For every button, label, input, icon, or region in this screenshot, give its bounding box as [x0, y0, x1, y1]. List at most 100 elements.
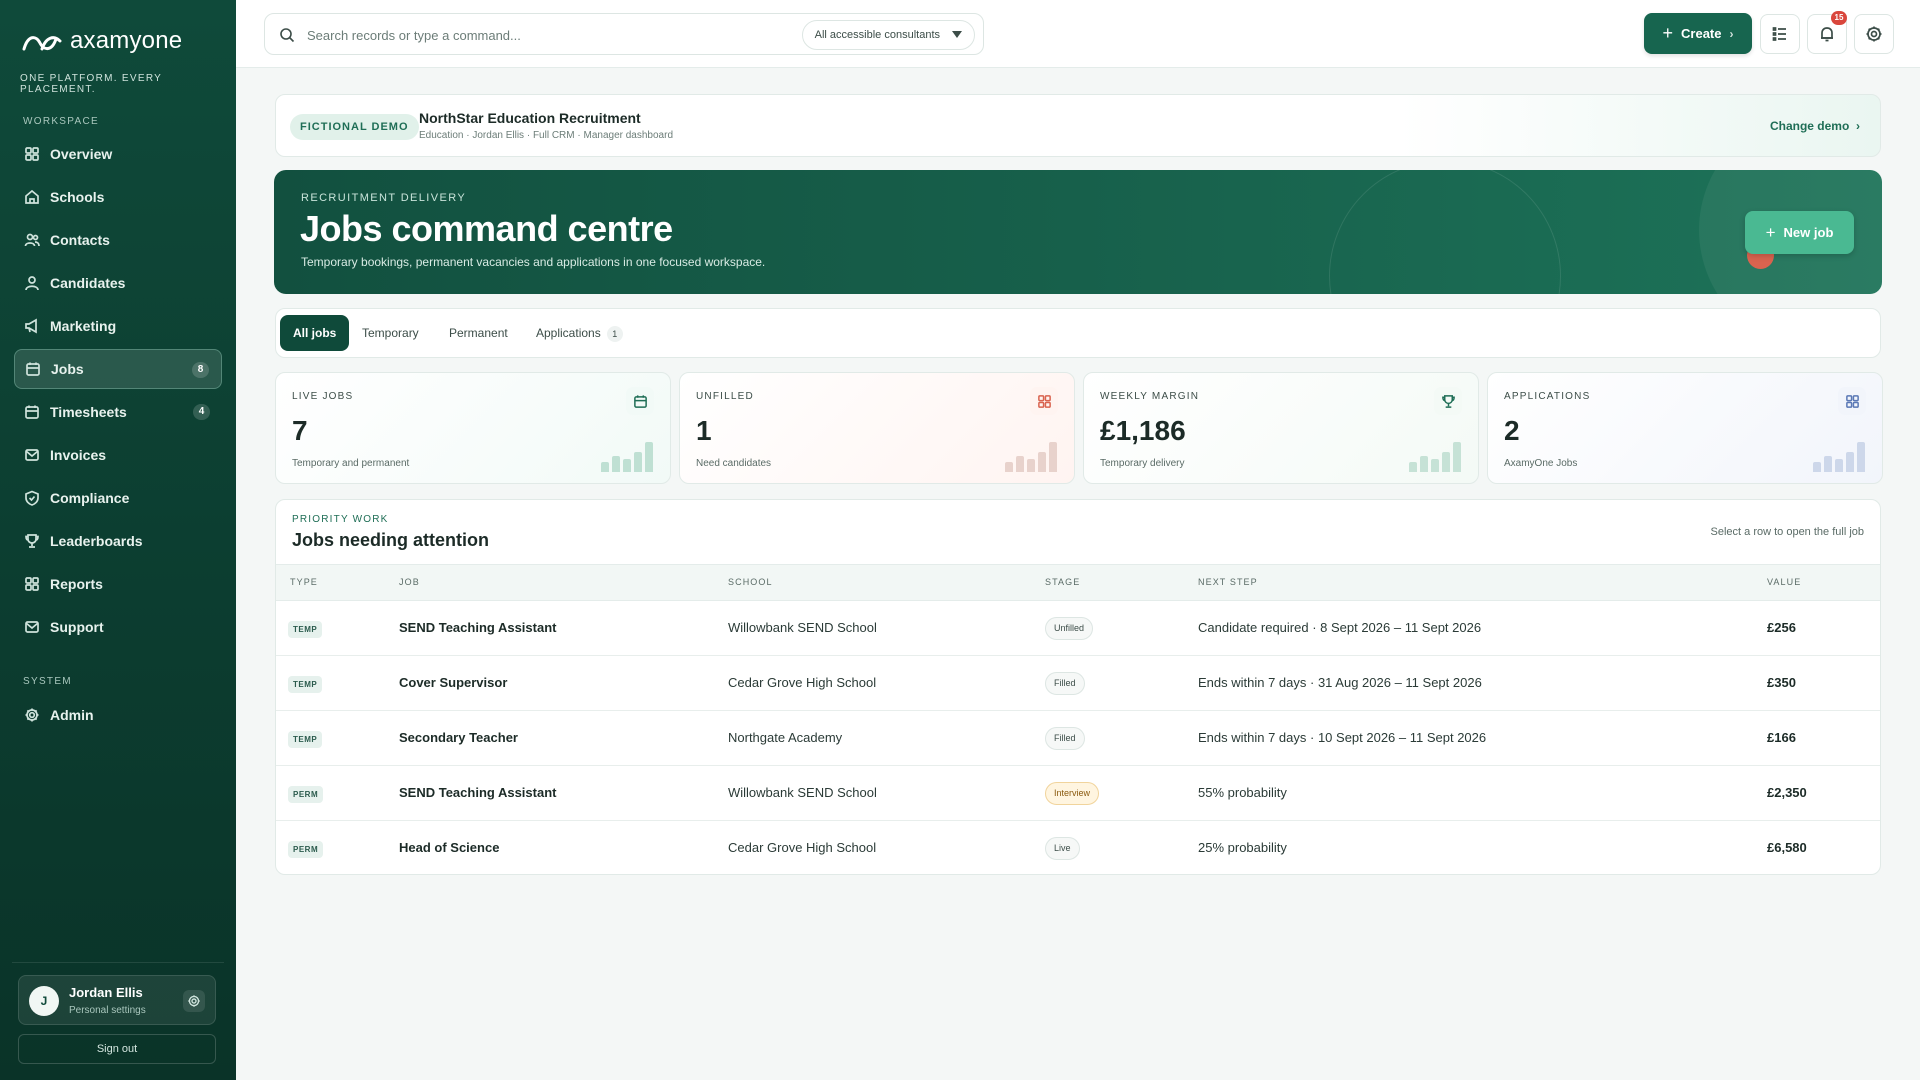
task-list-button[interactable]	[1760, 14, 1800, 54]
grid-icon	[25, 147, 39, 161]
user-settings-button[interactable]	[183, 990, 205, 1012]
plus-icon: +	[1662, 23, 1674, 43]
job-title: Secondary Teacher	[399, 730, 518, 745]
sidebar-item-marketing[interactable]: Marketing	[14, 306, 222, 346]
users-icon	[24, 233, 40, 247]
notifications-button[interactable]: 15	[1807, 11, 1847, 54]
stat-label: APPLICATIONS	[1504, 391, 1591, 402]
table-row[interactable]: PERM SEND Teaching Assistant Willowbank …	[276, 766, 1880, 821]
new-job-button[interactable]: + New job	[1745, 211, 1854, 254]
column-header-job: JOB	[399, 577, 420, 587]
create-button[interactable]: + Create ›	[1644, 13, 1752, 54]
stat-subtitle: AxamyOne Jobs	[1504, 458, 1578, 469]
stat-card-live-jobs[interactable]: LIVE JOBS 7 Temporary and permanent	[275, 372, 671, 484]
trophy-icon	[25, 534, 39, 548]
sidebar-item-compliance[interactable]: Compliance	[14, 478, 222, 518]
sidebar-item-reports[interactable]: Reports	[14, 564, 222, 604]
sparkbar	[1453, 442, 1461, 472]
calendar-icon	[25, 405, 39, 419]
sidebar-item-jobs[interactable]: Jobs 8	[14, 349, 222, 389]
calendar-icon	[633, 394, 647, 408]
sparkbars	[601, 442, 653, 472]
tab-permanent[interactable]: Permanent	[436, 315, 521, 351]
sparkbar	[1420, 456, 1428, 472]
sign-out-button[interactable]: Sign out	[18, 1034, 216, 1064]
user-card[interactable]: J Jordan Ellis Personal settings	[18, 975, 216, 1025]
brand-logo[interactable]: axamyone	[22, 27, 182, 55]
topbar: All accessible consultants + Create › 15	[236, 0, 1920, 68]
sparkbars	[1005, 442, 1057, 472]
next-step: Candidate required · 8 Sept 2026 – 11 Se…	[1198, 620, 1482, 635]
consultant-filter-select[interactable]: All accessible consultants	[801, 20, 975, 50]
sidebar-item-invoices[interactable]: Invoices	[14, 435, 222, 475]
stat-label: UNFILLED	[696, 391, 754, 402]
job-title: SEND Teaching Assistant	[399, 785, 557, 800]
type-tag: PERM	[288, 841, 324, 858]
tab-label: Applications	[536, 326, 601, 340]
change-demo-label: Change demo	[1769, 119, 1850, 133]
hero-subtitle: Temporary bookings, permanent vacancies …	[301, 255, 766, 269]
tab-applications[interactable]: Applications 1	[523, 315, 636, 351]
stat-card-unfilled[interactable]: UNFILLED 1 Need candidates	[679, 372, 1075, 484]
stat-icon-container	[1838, 387, 1866, 415]
notifications-count-badge: 15	[1831, 11, 1847, 25]
sidebar-item-contacts[interactable]: Contacts	[14, 220, 222, 260]
stage-badge: Interview	[1045, 782, 1100, 805]
column-header-next-step: NEXT STEP	[1198, 577, 1258, 587]
workspace-label: WORKSPACE	[23, 116, 99, 127]
stage-badge: Unfilled	[1045, 617, 1094, 640]
change-demo-link[interactable]: Change demo ›	[1770, 119, 1860, 133]
table-row[interactable]: PERM Head of Science Cedar Grove High Sc…	[276, 821, 1880, 874]
sidebar-item-timesheets[interactable]: Timesheets 4	[14, 392, 222, 432]
search-input[interactable]	[307, 25, 747, 45]
sparkbar	[1857, 442, 1865, 472]
sparkbar	[1016, 456, 1024, 472]
stat-icon-container	[1030, 387, 1058, 415]
stat-label: LIVE JOBS	[292, 391, 354, 402]
stat-subtitle: Need candidates	[696, 458, 772, 469]
stat-card-weekly-margin[interactable]: WEEKLY MARGIN £1,186 Temporary delivery	[1083, 372, 1479, 484]
sidebar-item-admin[interactable]: Admin	[14, 695, 222, 735]
applications-count-badge: 1	[606, 326, 623, 342]
megaphone-icon	[25, 318, 37, 334]
sidebar-item-label: Support	[50, 619, 104, 635]
tab-all-jobs[interactable]: All jobs	[280, 315, 350, 351]
panel-hint: Select a row to open the full job	[1710, 526, 1864, 538]
stat-card-applications[interactable]: APPLICATIONS 2 AxamyOne Jobs	[1487, 372, 1883, 484]
stat-value: 1	[696, 415, 712, 446]
table-row[interactable]: TEMP Secondary Teacher Northgate Academy…	[276, 711, 1880, 766]
table-row[interactable]: TEMP SEND Teaching Assistant Willowbank …	[276, 601, 1880, 656]
sidebar-item-label: Reports	[50, 576, 103, 592]
sidebar-item-leaderboards[interactable]: Leaderboards	[14, 521, 222, 561]
sidebar-item-candidates[interactable]: Candidates	[14, 263, 222, 303]
system-label: SYSTEM	[23, 676, 72, 687]
sidebar-item-label: Marketing	[50, 318, 117, 334]
sparkbar	[1835, 459, 1843, 472]
person-icon	[25, 276, 39, 291]
sidebar-item-support[interactable]: Support	[14, 607, 222, 647]
new-job-label: New job	[1783, 225, 1834, 240]
tab-temporary[interactable]: Temporary	[349, 315, 432, 351]
sparkbar	[623, 459, 631, 472]
user-name: Jordan Ellis	[69, 985, 143, 1000]
stat-subtitle: Temporary delivery	[1100, 458, 1185, 469]
table-row[interactable]: TEMP Cover Supervisor Cedar Grove High S…	[276, 656, 1880, 711]
type-tag: TEMP	[288, 621, 323, 638]
stage-badge: Filled	[1045, 672, 1085, 695]
sparkbar	[645, 442, 653, 472]
panel-eyebrow: PRIORITY WORK	[292, 514, 389, 525]
bell-icon	[1821, 27, 1833, 42]
demo-title: NorthStar Education Recruitment	[419, 110, 641, 126]
next-step: Ends within 7 days · 31 Aug 2026 – 11 Se…	[1198, 675, 1482, 690]
sparkbars	[1409, 442, 1461, 472]
sparkbar	[1431, 459, 1439, 472]
job-title: Cover Supervisor	[399, 675, 508, 690]
demo-subtitle: Education · Jordan Ellis · Full CRM · Ma…	[419, 130, 673, 141]
sparkbar	[601, 462, 609, 472]
sidebar-item-overview[interactable]: Overview	[14, 134, 222, 174]
settings-button[interactable]	[1854, 14, 1894, 54]
sidebar-item-schools[interactable]: Schools	[14, 177, 222, 217]
calendar-icon	[26, 362, 40, 376]
sidebar-item-label: Schools	[50, 189, 105, 205]
job-value: £6,580	[1767, 840, 1807, 855]
